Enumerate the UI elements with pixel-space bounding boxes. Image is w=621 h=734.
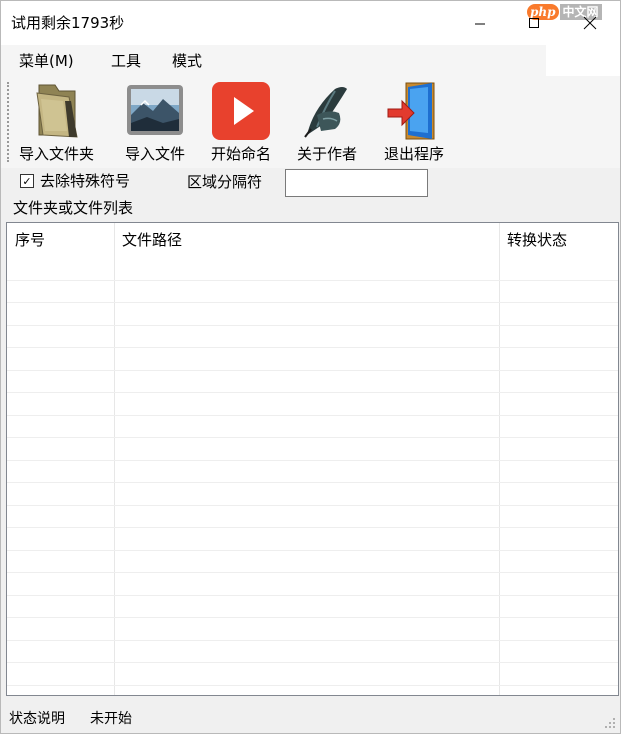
grid-row-line: [7, 347, 618, 348]
grid-row-line: [7, 550, 618, 551]
status-value: 未开始: [90, 711, 132, 727]
grid-row-line: [7, 460, 618, 461]
import-file-label: 导入文件: [124, 145, 185, 163]
remove-special-checkbox[interactable]: ✓ 去除特殊符号: [20, 172, 130, 190]
grid-row-line: [7, 505, 618, 506]
menu-main[interactable]: 菜单(M): [19, 52, 74, 70]
grid-row-line: [7, 685, 618, 686]
resize-grip-icon[interactable]: [604, 717, 616, 729]
grid-row-line: [7, 572, 618, 573]
grid-row-line: [7, 370, 618, 371]
about-author-button[interactable]: 关于作者: [295, 79, 359, 167]
close-icon: [583, 16, 597, 30]
folder-icon: [25, 79, 89, 143]
play-icon: [209, 79, 273, 143]
grid-row-line: [7, 662, 618, 663]
column-divider[interactable]: [499, 223, 500, 695]
column-header-status[interactable]: 转换状态: [499, 223, 618, 257]
maximize-button[interactable]: [511, 1, 557, 45]
column-header-path[interactable]: 文件路径: [114, 223, 499, 257]
grid-row-line: [7, 595, 618, 596]
grid-row-line: [7, 325, 618, 326]
grid-row-line: [7, 280, 618, 281]
grid-row-line: [7, 302, 618, 303]
menu-bar: 菜单(M) 工具 模式: [1, 45, 620, 76]
status-bar: 状态说明 未开始: [1, 704, 620, 733]
grid-row-line: [7, 527, 618, 528]
start-rename-label: 开始命名: [210, 145, 271, 163]
exit-program-button[interactable]: 退出程序: [382, 79, 446, 167]
file-list-group-label: 文件夹或文件列表: [13, 199, 134, 217]
grid-row-line: [7, 640, 618, 641]
window-title: 试用剩余1793秒: [11, 14, 125, 32]
grid-row-line: [7, 415, 618, 416]
app-window: 试用剩余1793秒 php 中文网 菜单(M) 工具 模式 导入文件夹 导入文件…: [0, 0, 621, 734]
separator-input[interactable]: [285, 169, 428, 197]
title-bar: 试用剩余1793秒 php 中文网: [1, 1, 620, 45]
grid-row-line: [7, 617, 618, 618]
remove-special-label: 去除特殊符号: [40, 172, 131, 190]
close-button[interactable]: [567, 1, 613, 45]
about-author-label: 关于作者: [296, 145, 357, 163]
import-folder-label: 导入文件夹: [19, 145, 95, 163]
file-list-header: 序号 文件路径 转换状态: [7, 223, 618, 257]
checkbox-checked-icon: ✓: [20, 174, 34, 188]
toolbar: 导入文件夹 导入文件 开始命名 关于作者 退出程序: [1, 76, 620, 168]
import-folder-button[interactable]: 导入文件夹: [19, 79, 94, 167]
maximize-icon: [529, 18, 539, 28]
quill-pen-icon: [295, 79, 359, 143]
column-divider[interactable]: [114, 223, 115, 695]
minimize-button[interactable]: [457, 1, 503, 45]
import-file-button[interactable]: 导入文件: [123, 79, 187, 167]
grid-row-line: [7, 482, 618, 483]
toolbar-grip[interactable]: [7, 82, 9, 162]
column-header-index[interactable]: 序号: [7, 223, 114, 257]
exit-door-icon: [382, 79, 446, 143]
separator-label: 区域分隔符: [187, 173, 263, 191]
minimize-icon: [475, 23, 485, 25]
exit-program-label: 退出程序: [383, 145, 444, 163]
start-rename-button[interactable]: 开始命名: [209, 79, 273, 167]
grid-row-line: [7, 392, 618, 393]
image-file-icon: [123, 79, 187, 143]
grid-row-line: [7, 437, 618, 438]
options-row: ✓ 去除特殊符号 区域分隔符: [1, 168, 620, 198]
file-list[interactable]: 序号 文件路径 转换状态: [6, 222, 619, 696]
menu-tools[interactable]: 工具: [111, 52, 141, 70]
status-label: 状态说明: [9, 711, 65, 727]
menu-mode[interactable]: 模式: [172, 52, 202, 70]
